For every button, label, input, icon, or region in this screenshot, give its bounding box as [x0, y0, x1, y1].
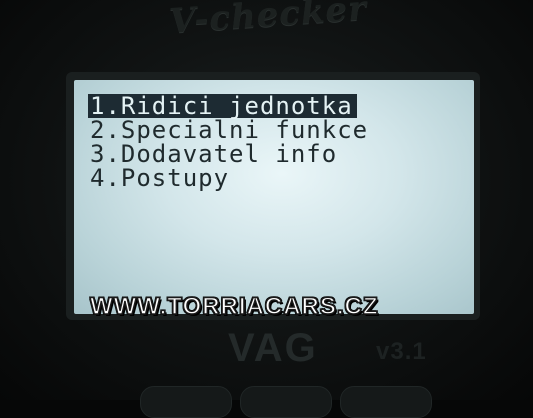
- main-menu: 1.Ridici jednotka 2.Specialni funkce 3.D…: [88, 94, 372, 190]
- menu-item-ridici-jednotka[interactable]: 1.Ridici jednotka: [88, 94, 357, 118]
- watermark: WWW.TORRIACARS.CZ: [89, 292, 379, 321]
- keypad-button-right[interactable]: [340, 386, 432, 418]
- menu-item-postupy[interactable]: 4.Postupy: [88, 166, 233, 190]
- model-label: VAG: [228, 326, 318, 370]
- menu-item-specialni-funkce[interactable]: 2.Specialni funkce: [88, 118, 372, 142]
- keypad-button-middle[interactable]: [240, 386, 332, 418]
- brand-logo: V-checker: [168, 0, 369, 42]
- version-label: v3.1: [376, 338, 427, 365]
- menu-item-dodavatel-info[interactable]: 3.Dodavatel info: [88, 142, 341, 166]
- lcd-screen: 1.Ridici jednotka 2.Specialni funkce 3.D…: [74, 80, 474, 314]
- keypad-button-left[interactable]: [140, 386, 232, 418]
- diagnostic-device: V-checker 1.Ridici jednotka 2.Specialni …: [0, 0, 533, 418]
